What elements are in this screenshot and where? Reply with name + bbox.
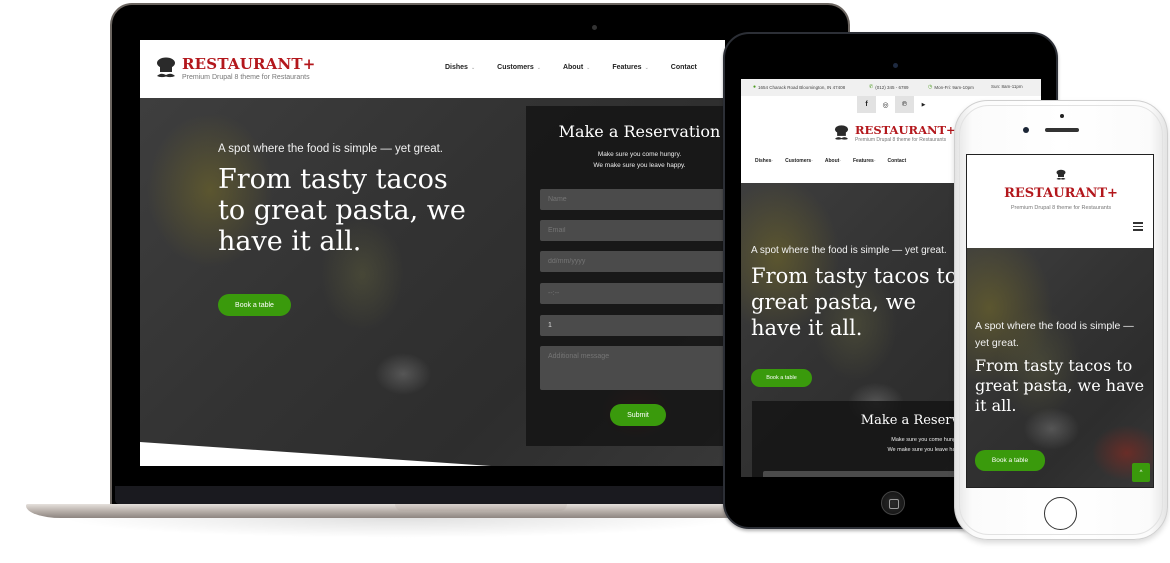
pinterest-icon[interactable]: ℗ bbox=[895, 96, 914, 113]
laptop-notch bbox=[395, 504, 567, 511]
weekend-hours-text: Sun: 8am-11pm bbox=[991, 84, 1023, 89]
hero-title: From tasty tacos to great pasta, we have… bbox=[975, 356, 1145, 415]
nav-label: Contact bbox=[887, 158, 907, 164]
phone-text: (012) 345 - 6789 bbox=[875, 84, 909, 90]
nav-label: Dishes bbox=[755, 158, 772, 164]
brand-tagline: Premium Drupal 8 theme for Restaurants bbox=[1010, 205, 1112, 211]
guests-input[interactable] bbox=[540, 315, 725, 336]
address-text: 1654 Charack Road Bloomington, IN 47408 bbox=[758, 84, 846, 90]
reservation-line-1: Make sure you come hungry. bbox=[597, 151, 682, 158]
reservation-form: Make a Reservation Make sure you come hu… bbox=[526, 106, 725, 446]
nav-item-about[interactable]: About- bbox=[825, 158, 841, 164]
social-links: f ◎ ℗ ▶ bbox=[857, 96, 933, 113]
weekend-hours-info: Sun: 8am-11pm bbox=[991, 84, 1023, 89]
reservation-line-2: We make sure you leave happy. bbox=[593, 162, 686, 169]
nav-item-contact[interactable]: Contact bbox=[888, 158, 907, 164]
facebook-icon[interactable]: f bbox=[857, 96, 876, 113]
nav-item-contact[interactable]: Contact bbox=[671, 64, 697, 71]
phone-screen: RESTAURANT+ Premium Drupal 8 theme for R… bbox=[966, 154, 1154, 488]
submit-button[interactable]: Submit bbox=[610, 404, 666, 426]
nav-item-features[interactable]: Features ⌄ bbox=[612, 64, 648, 71]
nav-label: Dishes bbox=[445, 64, 468, 71]
hamburger-menu-icon[interactable] bbox=[1133, 222, 1143, 231]
main-nav: Dishes- Customers- About- Features- Cont… bbox=[755, 158, 918, 164]
reservation-subtitle: Make sure you come hungry. We make sure … bbox=[526, 149, 725, 171]
laptop-shadow bbox=[60, 518, 740, 538]
chevron-down-icon: ⌄ bbox=[586, 64, 591, 71]
chef-hat-mustache-icon[interactable] bbox=[1056, 169, 1066, 181]
chevron-down-icon: ⌄ bbox=[644, 64, 649, 71]
top-info-bar: ● 1654 Charack Road Bloomington, IN 47408… bbox=[741, 79, 1041, 96]
hero-section: A spot where the food is simple — yet gr… bbox=[140, 98, 725, 466]
site-header: RESTAURANT+ Premium Drupal 8 theme for R… bbox=[967, 155, 1153, 248]
laptop-base bbox=[26, 504, 756, 518]
brand-tagline: Premium Drupal 8 theme for Restaurants bbox=[182, 74, 310, 81]
date-input[interactable] bbox=[540, 251, 725, 272]
phone-camera bbox=[1023, 127, 1029, 133]
brand-name[interactable]: RESTAURANT+ bbox=[855, 123, 956, 137]
book-table-button[interactable]: Book a table bbox=[218, 294, 291, 316]
chef-hat-mustache-icon[interactable] bbox=[834, 125, 849, 141]
chevron-down-icon: - bbox=[811, 158, 813, 164]
brand-tagline: Premium Drupal 8 theme for Restaurants bbox=[855, 137, 947, 143]
book-table-button[interactable]: Book a table bbox=[751, 369, 812, 387]
nav-item-features[interactable]: Features- bbox=[853, 158, 876, 164]
nav-item-customers[interactable]: Customers- bbox=[785, 158, 813, 164]
instagram-icon[interactable]: ◎ bbox=[876, 96, 895, 113]
address-info: ● 1654 Charack Road Bloomington, IN 47408 bbox=[753, 84, 845, 90]
nav-label: Features bbox=[612, 64, 642, 71]
nav-label: Features bbox=[853, 158, 874, 164]
phone-icon: ✆ bbox=[869, 84, 874, 90]
site-header: RESTAURANT+ Premium Drupal 8 theme for R… bbox=[140, 40, 725, 98]
main-nav: Dishes ⌄ Customers ⌄ About ⌄ Features ⌄ Cont… bbox=[445, 64, 719, 71]
reservation-title: Make a Reservation bbox=[558, 122, 721, 141]
hero-subtitle: A spot where the food is simple — yet gr… bbox=[975, 320, 1134, 349]
nav-label: About bbox=[824, 158, 840, 164]
nav-label: Customers bbox=[497, 64, 534, 71]
nav-item-about[interactable]: About ⌄ bbox=[563, 64, 590, 71]
nav-label: Contact bbox=[670, 64, 697, 71]
phone-speaker bbox=[1045, 128, 1079, 132]
email-input[interactable] bbox=[540, 220, 725, 241]
tablet-home-button bbox=[881, 491, 905, 515]
hero-subtitle: A spot where the food is simple — yet gr… bbox=[218, 143, 444, 155]
nav-item-dishes[interactable]: Dishes ⌄ bbox=[445, 64, 475, 71]
hours-info: ◷ Mon-Fri: 9am-10pm bbox=[928, 84, 974, 90]
phone-home-button bbox=[1044, 497, 1077, 530]
chevron-down-icon: ⌄ bbox=[536, 64, 541, 71]
message-textarea[interactable] bbox=[540, 346, 725, 390]
brand-name[interactable]: RESTAURANT+ bbox=[967, 186, 1153, 201]
nav-label: About bbox=[562, 64, 584, 71]
tablet-camera bbox=[893, 63, 898, 68]
chevron-down-icon: - bbox=[873, 158, 876, 164]
nav-label: Customers bbox=[785, 158, 812, 164]
hero-section: A spot where the food is simple — yet gr… bbox=[967, 248, 1153, 487]
map-pin-icon: ● bbox=[753, 84, 757, 90]
hero-title: From tasty tacos to great pasta, we have… bbox=[218, 164, 466, 257]
book-table-button[interactable]: Book a table bbox=[975, 450, 1045, 471]
nav-item-customers[interactable]: Customers ⌄ bbox=[497, 64, 541, 71]
laptop-camera bbox=[592, 25, 597, 30]
brand-name[interactable]: RESTAURANT+ bbox=[182, 55, 316, 73]
chevron-down-icon: ⌄ bbox=[470, 64, 476, 71]
laptop-screen: RESTAURANT+ Premium Drupal 8 theme for R… bbox=[140, 40, 725, 466]
chevron-down-icon: - bbox=[839, 158, 841, 164]
hero-title: From tasty tacos to great pasta, we have… bbox=[751, 264, 958, 340]
phone-sensor bbox=[1060, 114, 1064, 118]
chef-hat-mustache-icon[interactable] bbox=[156, 57, 176, 79]
phone-info: ✆ (012) 345 - 6789 bbox=[869, 84, 908, 90]
chevron-down-icon: - bbox=[771, 158, 774, 164]
weekday-hours-text: Mon-Fri: 9am-10pm bbox=[934, 84, 974, 90]
youtube-icon[interactable]: ▶ bbox=[914, 96, 933, 113]
nav-item-dishes[interactable]: Dishes- bbox=[755, 158, 773, 164]
hero-subtitle: A spot where the food is simple — yet gr… bbox=[751, 245, 947, 256]
clock-icon: ◷ bbox=[928, 84, 933, 90]
back-to-top-button[interactable]: ^ bbox=[1132, 463, 1150, 482]
time-input[interactable] bbox=[540, 283, 725, 304]
name-input[interactable] bbox=[540, 189, 725, 210]
